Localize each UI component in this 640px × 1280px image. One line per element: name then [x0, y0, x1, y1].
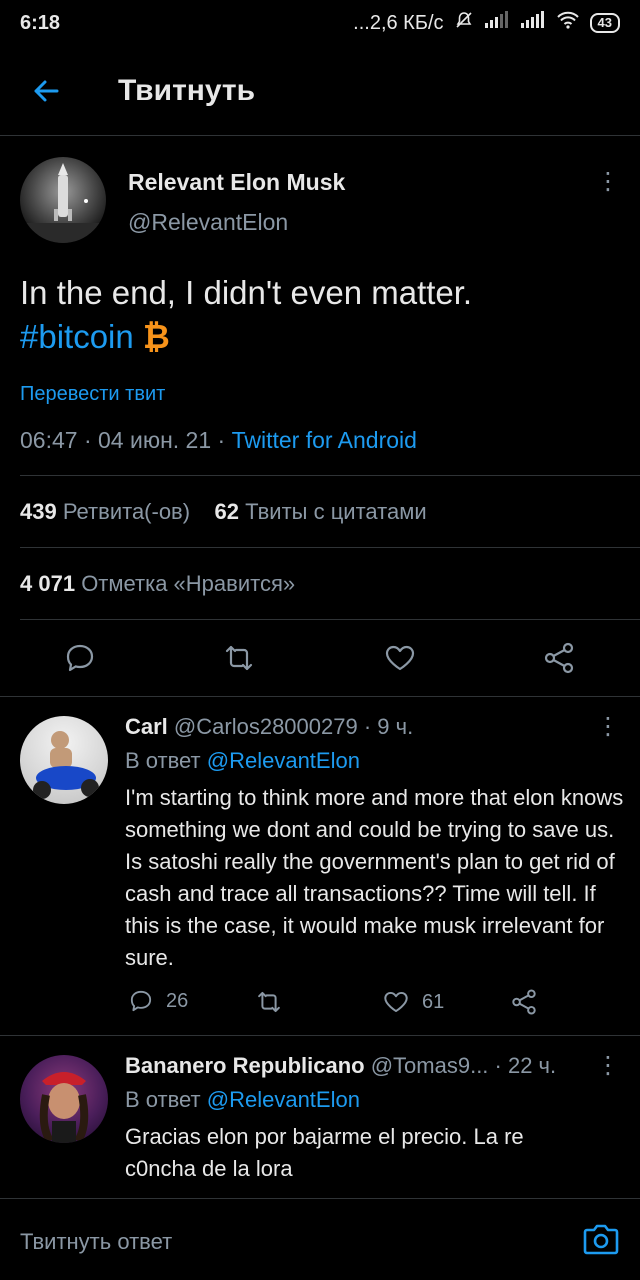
reply-header: Bananero Republicano @Tomas9... · 22 ч. — [125, 1053, 556, 1079]
divider — [20, 475, 640, 476]
reply-tweet[interactable]: Bananero Republicano @Tomas9... · 22 ч. … — [0, 1037, 640, 1198]
share-icon — [512, 989, 536, 1015]
retweet-quote-stats: 439 Ретвита(-ов) 62 Твиты с цитатами — [20, 499, 427, 525]
divider — [20, 619, 640, 620]
tweet-body: In the end, I didn't even matter. — [20, 274, 473, 311]
quotes-stat[interactable]: 62 Твиты с цитатами — [215, 499, 427, 524]
author-avatar[interactable] — [20, 157, 106, 243]
translate-link[interactable]: Перевести твит — [20, 383, 165, 406]
retweet-icon — [225, 645, 253, 671]
likes-stat[interactable]: 4 071 Отметка «Нравится» — [20, 571, 295, 597]
reply-author-name[interactable]: Carl — [125, 714, 168, 739]
bitcoin-emoji: ₿ — [142, 318, 170, 355]
reply-time: · 22 ч. — [488, 1053, 557, 1078]
retweet-button[interactable] — [255, 988, 283, 1016]
reply-time: · 9 ч. — [357, 714, 414, 739]
likes-label: Отметка «Нравится» — [81, 571, 296, 596]
reply-button[interactable]: 26 — [128, 988, 188, 1014]
reply-icon — [66, 644, 94, 672]
tweet-actions — [0, 637, 640, 681]
reply-author-handle[interactable]: @Carlos28000279 — [174, 714, 358, 739]
hashtag-link[interactable]: #bitcoin — [20, 318, 134, 355]
status-time: 6:18 — [20, 11, 61, 34]
network-speed: ...2,6 КБ/с — [353, 11, 444, 34]
wifi-icon — [556, 11, 580, 35]
like-count: 61 — [422, 990, 445, 1013]
more-options-icon[interactable]: ⋮ — [596, 167, 620, 197]
more-options-icon[interactable]: ⋮ — [596, 1051, 620, 1081]
share-button[interactable] — [510, 988, 538, 1016]
heart-icon — [385, 645, 415, 671]
tweet-text: In the end, I didn't even matter. #bitco… — [20, 271, 620, 359]
tweet-source-link[interactable]: Twitter for Android — [232, 427, 417, 453]
author-handle[interactable]: @RelevantElon — [128, 209, 288, 236]
top-app-bar: Твитнуть — [0, 46, 640, 136]
retweets-count: 439 — [20, 499, 57, 524]
share-button[interactable] — [542, 641, 576, 675]
reply-compose-input[interactable]: Твитнуть ответ — [20, 1229, 172, 1255]
author-name[interactable]: Relevant Elon Musk — [128, 169, 345, 196]
battery-icon: 43 — [589, 13, 620, 33]
signal-icon-2 — [520, 11, 546, 35]
retweets-stat[interactable]: 439 Ретвита(-ов) — [20, 499, 190, 524]
quotes-count: 62 — [214, 499, 240, 524]
tweet-meta: 06:47 · 04 июн. 21 · Twitter for Android — [20, 427, 417, 454]
status-icons: ...2,6 КБ/с 43 — [353, 10, 620, 36]
reply-header: Carl @Carlos28000279 · 9 ч. — [125, 714, 413, 740]
reply-avatar[interactable] — [20, 716, 108, 804]
mention-link[interactable]: @RelevantElon — [207, 1087, 360, 1112]
share-icon — [544, 642, 574, 674]
like-button[interactable] — [383, 641, 417, 675]
reply-author-name[interactable]: Bananero Republicano — [125, 1053, 365, 1078]
quotes-label: Твиты с цитатами — [245, 499, 427, 524]
reply-text: I'm starting to think more and more that… — [125, 785, 624, 970]
retweet-icon — [258, 991, 280, 1013]
reply-avatar[interactable] — [20, 1055, 108, 1143]
tweet-timestamp: 06:47 · 04 июн. 21 · — [20, 427, 232, 453]
more-options-icon[interactable]: ⋮ — [596, 712, 620, 742]
in-reply-prefix: В ответ — [125, 1087, 207, 1112]
heart-icon — [384, 991, 408, 1013]
reply-compose-bar[interactable]: Твитнуть ответ — [0, 1198, 640, 1280]
retweet-button[interactable] — [222, 641, 256, 675]
mute-icon — [454, 10, 474, 36]
back-button[interactable] — [0, 46, 92, 136]
in-reply-prefix: В ответ — [125, 748, 207, 773]
in-reply-to: В ответ @RelevantElon — [125, 1087, 360, 1113]
reply-text: Gracias elon por bajarme el precio. La r… — [125, 1124, 524, 1181]
page-title: Твитнуть — [118, 73, 256, 107]
in-reply-to: В ответ @RelevantElon — [125, 748, 360, 774]
camera-button[interactable] — [582, 1221, 620, 1257]
camera-icon — [583, 1224, 619, 1255]
reply-count: 26 — [166, 989, 189, 1012]
mention-link[interactable]: @RelevantElon — [207, 748, 360, 773]
arrow-left-icon — [34, 80, 59, 101]
like-button[interactable]: 61 — [382, 988, 444, 1016]
likes-count: 4 071 — [20, 571, 76, 596]
reply-icon — [130, 990, 152, 1012]
retweets-label: Ретвита(-ов) — [62, 499, 191, 524]
reply-author-handle[interactable]: @Tomas9... — [371, 1053, 489, 1078]
signal-icon — [484, 11, 510, 35]
divider — [20, 547, 640, 548]
reply-button[interactable] — [63, 641, 97, 675]
status-bar: 6:18 ...2,6 КБ/с 43 — [0, 0, 640, 46]
main-tweet: Relevant Elon Musk @RelevantElon ⋮ In th… — [0, 137, 640, 697]
reply-tweet[interactable]: Carl @Carlos28000279 · 9 ч. ⋮ В ответ @R… — [0, 698, 640, 1036]
